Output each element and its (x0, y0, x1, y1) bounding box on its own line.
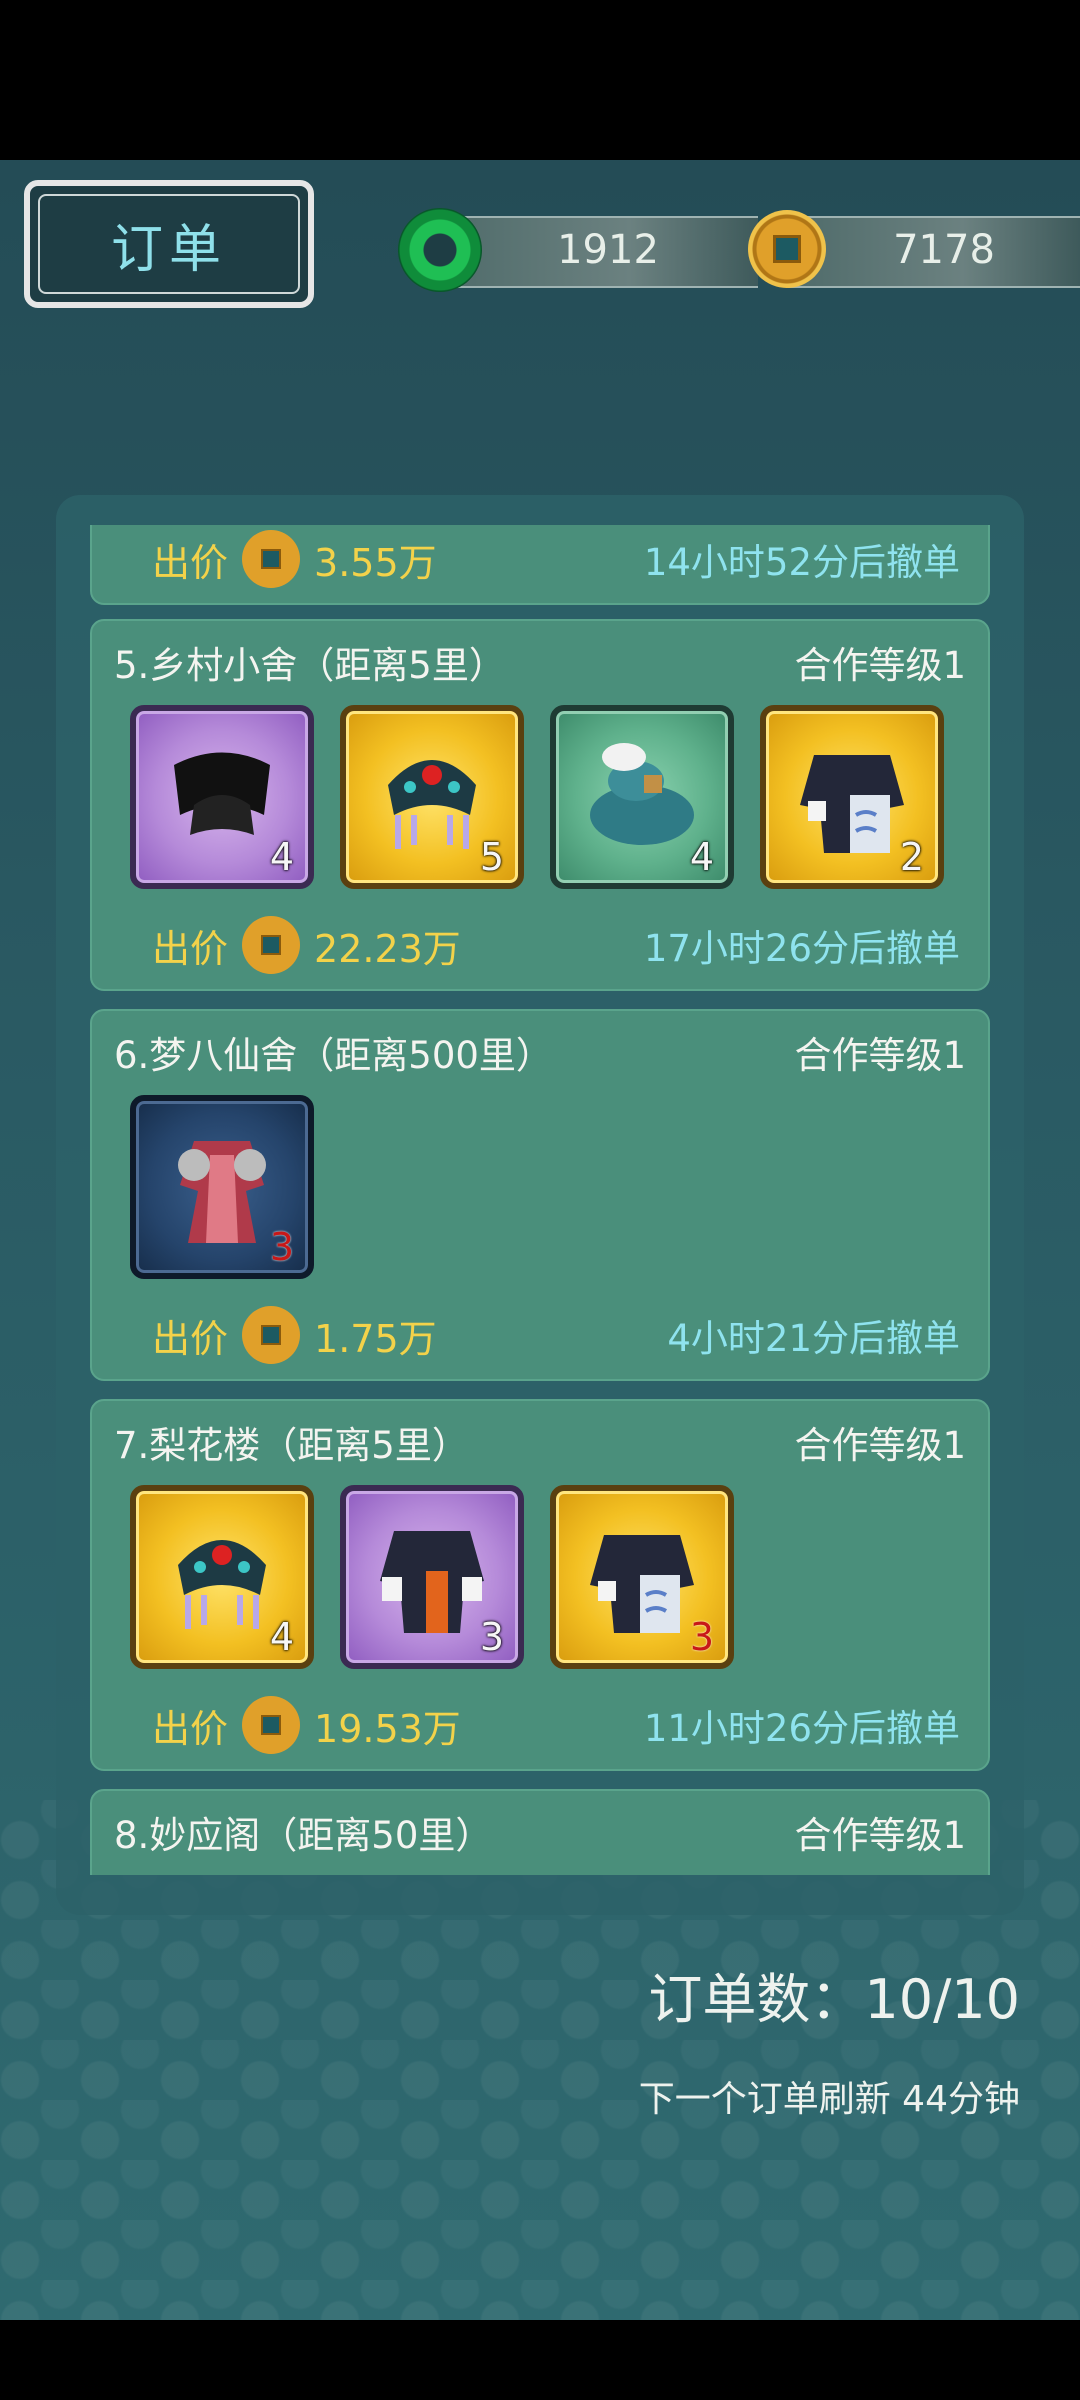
page-title-frame: 订单 (24, 180, 314, 308)
order-name: 7.梨花楼（距离5里） (114, 1424, 469, 1467)
coin-icon (242, 1696, 301, 1754)
coin-icon (242, 530, 301, 588)
item-quantity: 3 (479, 1615, 504, 1659)
order-list-panel: 出价 3.55万 14小时52分后撤单 5.乡村小舍（距离5里） 合作等级1 4… (56, 495, 1024, 1915)
order-header: 6.梦八仙舍（距离500里） 合作等级1 (114, 1027, 966, 1077)
order-card[interactable]: 出价 3.55万 14小时52分后撤单 (90, 525, 990, 605)
cancel-timer: 17小时26分后撤单 (643, 927, 960, 970)
item-quantity: 4 (689, 835, 714, 879)
order-header: 7.梨花楼（距离5里） 合作等级1 (114, 1417, 966, 1467)
order-count: 订单数：10/10 (648, 1968, 1020, 2031)
price-amount: 3.55万 (314, 540, 437, 585)
phoenix-crown-icon (178, 1540, 266, 1629)
order-name: 6.梦八仙舍（距离500里） (114, 1034, 553, 1077)
black-hat-icon (174, 752, 270, 835)
price-label: 出价 (152, 540, 229, 585)
order-header: 5.乡村小舍（距离5里） 合作等级1 (114, 637, 966, 687)
order-card[interactable]: 6.梦八仙舍（距离500里） 合作等级1 3 出价 1.75万 4小时21分后撤… (90, 1009, 990, 1381)
item-slot[interactable]: 4 (130, 1485, 314, 1669)
order-list[interactable]: 出价 3.55万 14小时52分后撤单 5.乡村小舍（距离5里） 合作等级1 4… (90, 525, 990, 1875)
order-items: 3 (130, 1095, 314, 1279)
teal-hat-icon (590, 743, 694, 845)
cooperation-level: 合作等级1 (794, 1034, 966, 1077)
price-row: 出价 3.55万 14小时52分后撤单 (152, 527, 960, 591)
jade-currency[interactable]: 1912 (398, 208, 758, 292)
dark-robe-icon (800, 755, 904, 853)
order-header: 8.妙应阁（距离50里） 合作等级1 (114, 1807, 966, 1857)
price-amount: 22.23万 (314, 926, 461, 971)
cancel-timer: 4小时21分后撤单 (667, 1317, 960, 1360)
item-quantity: 4 (269, 835, 294, 879)
refresh-timer: 下一个订单刷新 44分钟 (638, 2079, 1020, 2120)
item-slot[interactable]: 5 (340, 705, 524, 889)
cooperation-level: 合作等级1 (794, 1814, 966, 1857)
item-slot[interactable]: 3 (550, 1485, 734, 1669)
cooperation-level: 合作等级1 (794, 1424, 966, 1467)
item-slot[interactable]: 2 (760, 705, 944, 889)
dark-robe-icon (590, 1535, 694, 1633)
cancel-timer: 14小时52分后撤单 (643, 541, 960, 584)
item-slot[interactable]: 4 (130, 705, 314, 889)
price-row: 出价 22.23万 17小时26分后撤单 (152, 913, 960, 977)
price-amount: 19.53万 (314, 1706, 461, 1751)
page-title: 订单 (110, 219, 227, 280)
price-label: 出价 (152, 1316, 229, 1361)
price-amount: 1.75万 (314, 1316, 437, 1361)
price-row: 出价 19.53万 11小时26分后撤单 (152, 1693, 960, 1757)
item-slot[interactable]: 3 (130, 1095, 314, 1279)
jade-icon (398, 208, 482, 292)
cancel-timer: 11小时26分后撤单 (643, 1707, 960, 1750)
coin-icon (748, 210, 826, 288)
order-name: 8.妙应阁（距离50里） (114, 1814, 493, 1857)
orange-sash-robe-icon (380, 1531, 484, 1633)
price-label: 出价 (152, 926, 229, 971)
order-card[interactable]: 7.梨花楼（距离5里） 合作等级1 4 3 3 出价 19.53万 11小时26… (90, 1399, 990, 1771)
order-items: 4 3 3 (130, 1485, 734, 1669)
item-quantity: 3 (269, 1225, 294, 1269)
item-slot[interactable]: 3 (340, 1485, 524, 1669)
item-quantity: 2 (899, 835, 924, 879)
order-name: 5.乡村小舍（距离5里） (114, 644, 506, 687)
red-dress-icon (178, 1141, 266, 1243)
phoenix-crown-icon (388, 760, 476, 849)
price-row: 出价 1.75万 4小时21分后撤单 (152, 1303, 960, 1367)
order-card[interactable]: 5.乡村小舍（距离5里） 合作等级1 4 5 4 2 出价 22.23万 17小… (90, 619, 990, 991)
item-quantity: 3 (689, 1615, 714, 1659)
cooperation-level: 合作等级1 (794, 644, 966, 687)
coin-currency[interactable]: 7178 (748, 208, 1080, 292)
order-card[interactable]: 8.妙应阁（距离50里） 合作等级1 (90, 1789, 990, 1875)
item-quantity: 5 (479, 835, 504, 879)
item-slot[interactable]: 4 (550, 705, 734, 889)
order-screen: 订单 1912 7178 出价 3.55万 14小时52分后撤单 5.乡村小舍（… (0, 160, 1080, 2320)
item-quantity: 4 (269, 1615, 294, 1659)
order-items: 4 5 4 2 (130, 705, 944, 889)
coin-icon (242, 916, 301, 974)
coin-icon (242, 1306, 301, 1364)
price-label: 出价 (152, 1706, 229, 1751)
